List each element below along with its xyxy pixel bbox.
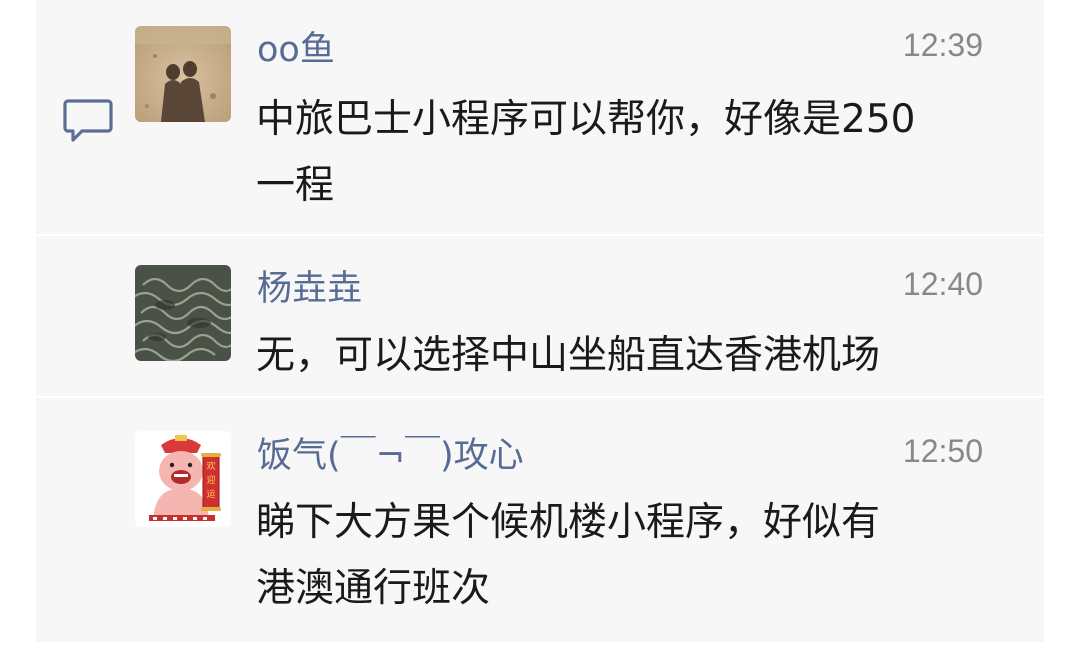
avatar[interactable] bbox=[135, 265, 231, 361]
comment-item[interactable]: 杨垚垚 12:40 无，可以选择中山坐船直达香港机场 bbox=[0, 236, 1080, 396]
avatar-image: 欢 迎 运 bbox=[135, 431, 231, 527]
comment-text: 睇下大方果个候机楼小程序，好似有 港澳通行班次 bbox=[256, 490, 1016, 622]
commenter-name[interactable]: 杨垚垚 bbox=[257, 269, 362, 309]
svg-text:迎: 迎 bbox=[206, 474, 215, 486]
comment-text: 中旅巴士小程序可以帮你，好像是250 一程 bbox=[256, 87, 1016, 219]
comment-text-line: 无，可以选择中山坐船直达香港机场 bbox=[256, 333, 881, 378]
avatar[interactable] bbox=[135, 26, 231, 122]
avatar-image bbox=[135, 26, 231, 122]
comment-item[interactable]: oo鱼 12:39 中旅巴士小程序可以帮你，好像是250 一程 bbox=[0, 0, 1080, 234]
comment-time: 12:39 bbox=[902, 27, 983, 63]
commenter-name[interactable]: oo鱼 bbox=[257, 30, 335, 70]
comment-time: 12:50 bbox=[902, 433, 983, 469]
svg-text:欢: 欢 bbox=[206, 460, 215, 472]
comment-text-line: 一程 bbox=[256, 163, 335, 208]
avatar-image bbox=[135, 265, 231, 361]
commenter-name[interactable]: 饭气(￣¬￣)攻心 bbox=[257, 436, 524, 476]
comment-text: 无，可以选择中山坐船直达香港机场 bbox=[256, 323, 1016, 389]
svg-text:运: 运 bbox=[206, 489, 215, 500]
avatar[interactable]: 欢 迎 运 bbox=[135, 431, 231, 527]
comment-time: 12:40 bbox=[902, 266, 983, 302]
comment-item[interactable]: 欢 迎 运 饭气(￣¬￣)攻心 12:50 睇下大方果个候机楼小程序，好似有 港… bbox=[0, 398, 1080, 642]
comment-text-line: 睇下大方果个候机楼小程序，好似有 bbox=[256, 500, 881, 545]
comment-text-line: 港澳通行班次 bbox=[256, 566, 491, 611]
comment-text-line: 中旅巴士小程序可以帮你，好像是250 bbox=[256, 97, 916, 142]
